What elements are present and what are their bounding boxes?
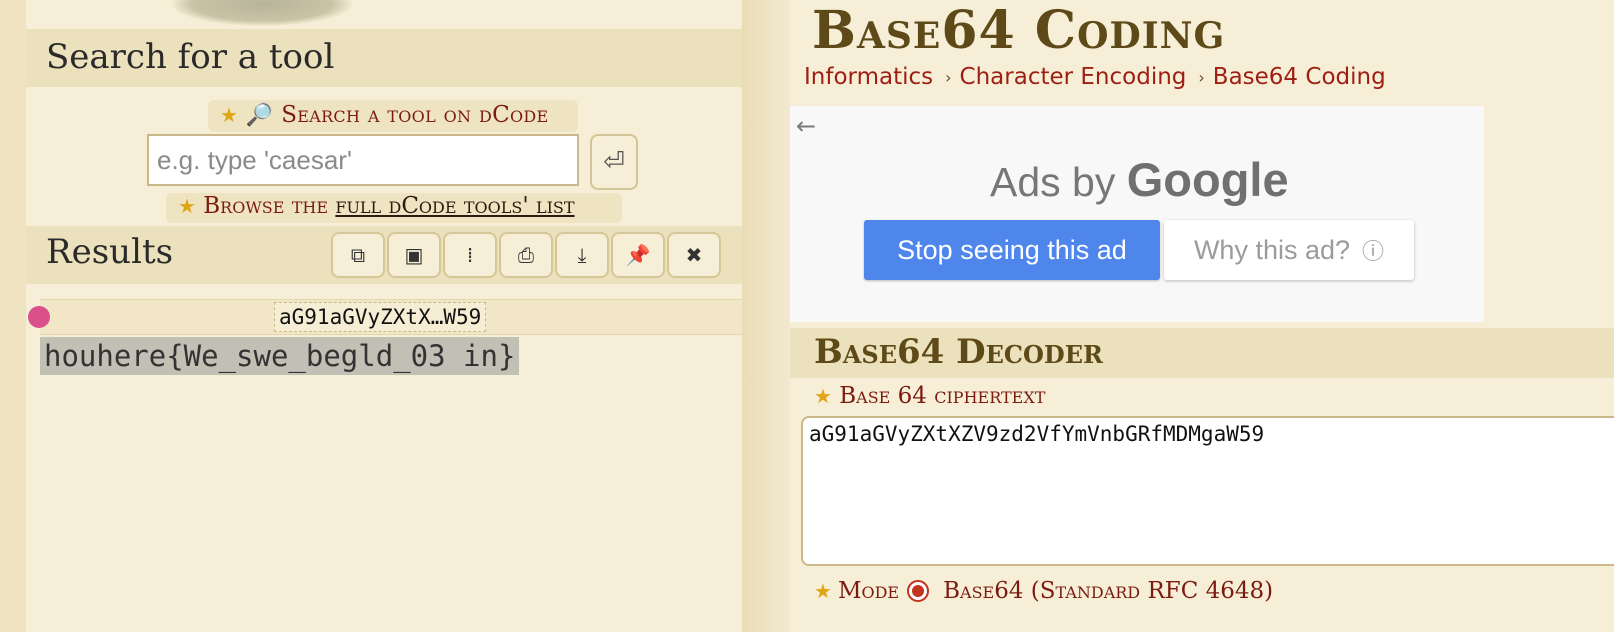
ciphertext-label-text: Base 64 ciphertext [839, 383, 1046, 409]
browse-tools-link[interactable]: ★ Browse the full dCode tools' list [178, 193, 575, 219]
columns-icon: ⁞ [466, 243, 474, 267]
pin-icon: 📌 [625, 243, 651, 267]
print-button[interactable]: ⎙ [499, 232, 553, 278]
search-section-title: Search for a tool [46, 37, 335, 77]
result-indicator-dot[interactable] [28, 306, 50, 328]
copy-button[interactable]: ⧉ [331, 232, 385, 278]
mode-option-standard[interactable]: Base64 (Standard RFC 4648) [943, 578, 1273, 604]
radio-selected-dot [912, 585, 925, 597]
page-title: Base64 Coding [812, 0, 1226, 61]
decoder-title: Base64 Decoder [814, 332, 1103, 372]
star-icon[interactable]: ★ [814, 579, 832, 603]
search-tool-link-wrap[interactable]: ★ 🔎 Search a tool on dCode [208, 100, 578, 132]
download-button[interactable]: ⤓ [555, 232, 609, 278]
breadcrumb-separator: › [945, 67, 952, 87]
star-icon[interactable]: ★ [178, 194, 196, 218]
left-gutter [0, 0, 26, 632]
close-icon: ✖ [685, 243, 703, 267]
panel-divider [742, 0, 790, 632]
breadcrumb-separator: › [1198, 67, 1205, 87]
notepad-button[interactable]: ▣ [387, 232, 441, 278]
search-submit-button[interactable]: ⏎ [590, 134, 638, 190]
breadcrumb-character-encoding[interactable]: Character Encoding [960, 64, 1187, 90]
columns-button[interactable]: ⁞ [443, 232, 497, 278]
browse-tools-link-wrap[interactable]: ★ Browse the full dCode tools' list [166, 193, 622, 223]
download-icon: ⤓ [577, 243, 587, 267]
breadcrumb-base64-coding[interactable]: Base64 Coding [1213, 64, 1386, 90]
ads-by-google: Ads by Google [990, 152, 1289, 207]
star-icon[interactable]: ★ [814, 384, 832, 408]
pin-button[interactable]: 📌 [611, 232, 665, 278]
browse-prefix: Browse the [203, 193, 336, 219]
search-section-header: Search for a tool [26, 29, 742, 87]
full-tools-list-link[interactable]: full dCode tools' list [335, 193, 574, 219]
mode-row: ★ Mode Base64 (Standard RFC 4648) [814, 578, 1273, 604]
result-value[interactable]: houhere{We_swe_begld_03 in} [40, 337, 520, 375]
breadcrumb: Informatics › Character Encoding › Base6… [804, 64, 1386, 90]
info-icon: ⓘ [1362, 239, 1385, 264]
search-tool-link[interactable]: ★ 🔎 Search a tool on dCode [220, 102, 549, 128]
ciphertext-label: ★ Base 64 ciphertext [814, 383, 1045, 409]
back-arrow-icon[interactable]: ← [796, 112, 816, 140]
breadcrumb-informatics[interactable]: Informatics [804, 64, 933, 90]
stop-seeing-ad-button[interactable]: Stop seeing this ad [864, 220, 1160, 280]
search-tool-link-label[interactable]: Search a tool on dCode [281, 102, 548, 128]
results-title: Results [46, 232, 174, 272]
ads-by-label: Ads by [990, 159, 1127, 205]
ciphertext-input[interactable]: aG91aGVyZXtXZV9zd2VfYmVnbGRfMDMgaW59 [801, 416, 1614, 566]
magnifier-icon: 🔎 [245, 103, 274, 128]
results-toolbar: ⧉ ▣ ⁞ ⎙ ⤓ 📌 ✖ [331, 232, 721, 278]
mode-radio-standard[interactable] [907, 580, 930, 602]
result-key[interactable]: aG91aGVyZXtX…W59 [274, 302, 487, 332]
notepad-icon: ▣ [404, 243, 424, 267]
why-this-ad-label: Why this ad? [1193, 234, 1351, 265]
mode-label: Mode [837, 578, 900, 604]
print-icon: ⎙ [518, 243, 534, 267]
tool-search-input[interactable] [147, 134, 579, 186]
ad-container [790, 106, 1484, 322]
copy-icon: ⧉ [350, 243, 366, 267]
close-button[interactable]: ✖ [667, 232, 721, 278]
google-logo: Google [1126, 153, 1289, 206]
star-icon[interactable]: ★ [220, 103, 238, 127]
page: Search for a tool ★ 🔎 Search a tool on d… [0, 0, 1614, 632]
why-this-ad-button[interactable]: Why this ad? ⓘ [1164, 220, 1414, 280]
enter-icon: ⏎ [603, 147, 625, 177]
